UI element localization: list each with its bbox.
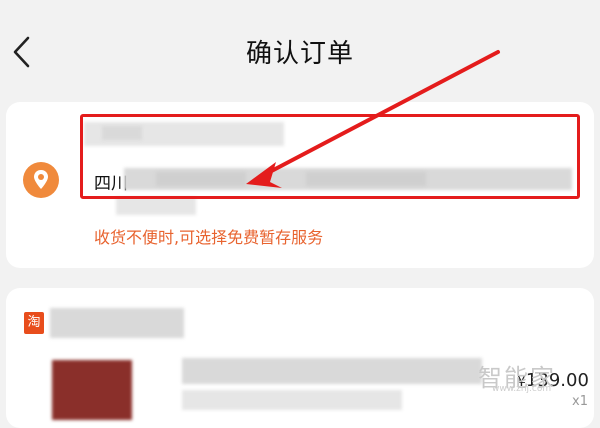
product-spec-blurred [182, 390, 402, 410]
product-image-blurred[interactable] [52, 360, 132, 420]
product-quantity: x1 [572, 394, 588, 409]
delivery-hint[interactable]: 收货不便时,可选择免费暂存服务 [94, 224, 323, 248]
header: 确认订单 [0, 0, 600, 100]
shop-badge: 淘 [24, 312, 44, 334]
watermark-url: www.znj.com [492, 384, 552, 394]
product-title-blurred [182, 358, 482, 384]
address-detail-blurred [116, 197, 196, 215]
shop-name-blurred [50, 308, 184, 338]
page-title: 确认订单 [245, 39, 354, 69]
location-pin-icon [23, 162, 59, 198]
annotation-highlight-box [80, 114, 580, 199]
